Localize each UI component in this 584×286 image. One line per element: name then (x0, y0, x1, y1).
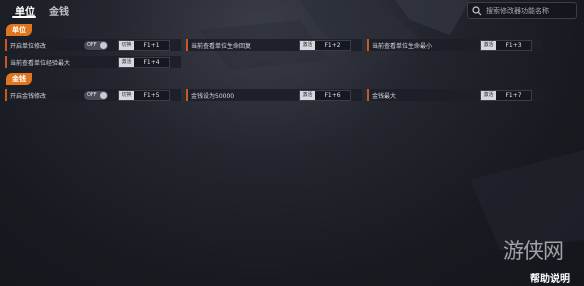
hotkey-block[interactable]: 切换 F1+1 (118, 40, 170, 51)
cheat-label: 开启金钱修改 (10, 92, 47, 100)
hotkey-block[interactable]: 激活 F1+6 (299, 90, 351, 101)
hotkey-block[interactable]: 激活 F1+4 (118, 57, 170, 68)
hotkey-key: F1+2 (315, 41, 350, 50)
active-tab-indicator (12, 16, 36, 18)
hotkey-mode: 激活 (300, 41, 315, 50)
cheat-item: 金钱最大 激活 F1+7 (367, 89, 543, 101)
cheat-label: 当前查看单位生命最小 (372, 42, 433, 50)
hotkey-mode: 切换 (119, 41, 134, 50)
cheat-item: 金钱设为50000 激活 F1+6 (186, 89, 362, 101)
hotkey-mode: 激活 (300, 91, 315, 100)
cheat-row: 开启单位修改 OFF 切换 F1+1 当前查看单位生命回复 激活 F1+2 当前… (5, 39, 545, 51)
tab-money[interactable]: 金钱 (49, 3, 69, 18)
toggle-switch[interactable]: OFF (84, 41, 108, 50)
toggle-switch[interactable]: OFF (84, 91, 108, 100)
hotkey-block[interactable]: 激活 F1+2 (299, 40, 351, 51)
cheat-label: 开启单位修改 (10, 42, 47, 50)
search-icon (472, 5, 482, 15)
hotkey-block[interactable]: 激活 F1+3 (480, 40, 532, 51)
section-header-units: 单位 (6, 24, 32, 36)
hotkey-key: F1+6 (315, 91, 350, 100)
hotkey-mode: 激活 (481, 91, 496, 100)
cheat-label: 金钱设为50000 (191, 92, 235, 100)
toggle-state: OFF (87, 92, 97, 98)
toggle-knob (100, 92, 107, 99)
hotkey-key: F1+3 (496, 41, 531, 50)
cheat-row: 当前查看单位经验最大 激活 F1+4 (5, 56, 545, 68)
search-box[interactable] (467, 2, 578, 19)
cheat-label: 当前查看单位生命回复 (191, 42, 252, 50)
tab-bar: 单位 金钱 (0, 0, 584, 20)
search-input[interactable] (486, 6, 578, 15)
cheat-label: 当前查看单位经验最大 (10, 59, 71, 67)
hotkey-mode: 激活 (481, 41, 496, 50)
cheat-label: 金钱最大 (372, 92, 397, 100)
toggle-state: OFF (87, 42, 97, 48)
help-button[interactable]: 帮助说明 (530, 270, 570, 285)
cheat-item: 开启单位修改 OFF 切换 F1+1 (5, 39, 181, 51)
section-header-money: 金钱 (6, 73, 32, 85)
hotkey-block[interactable]: 切换 F1+5 (118, 90, 170, 101)
hotkey-key: F1+4 (134, 58, 169, 67)
site-logo: 游侠网 (503, 239, 564, 263)
cheat-item: 当前查看单位经验最大 激活 F1+4 (5, 56, 181, 68)
hotkey-key: F1+1 (134, 41, 169, 50)
hotkey-mode: 切换 (119, 91, 134, 100)
hotkey-key: F1+7 (496, 91, 531, 100)
hotkey-key: F1+5 (134, 91, 169, 100)
cheat-row: 开启金钱修改 OFF 切换 F1+5 金钱设为50000 激活 F1+6 金钱最… (5, 89, 545, 101)
hotkey-mode: 激活 (119, 58, 134, 67)
hotkey-block[interactable]: 激活 F1+7 (480, 90, 532, 101)
cheat-item: 开启金钱修改 OFF 切换 F1+5 (5, 89, 181, 101)
cheat-item: 当前查看单位生命最小 激活 F1+3 (367, 39, 543, 51)
cheat-item: 当前查看单位生命回复 激活 F1+2 (186, 39, 362, 51)
toggle-knob (100, 42, 107, 49)
